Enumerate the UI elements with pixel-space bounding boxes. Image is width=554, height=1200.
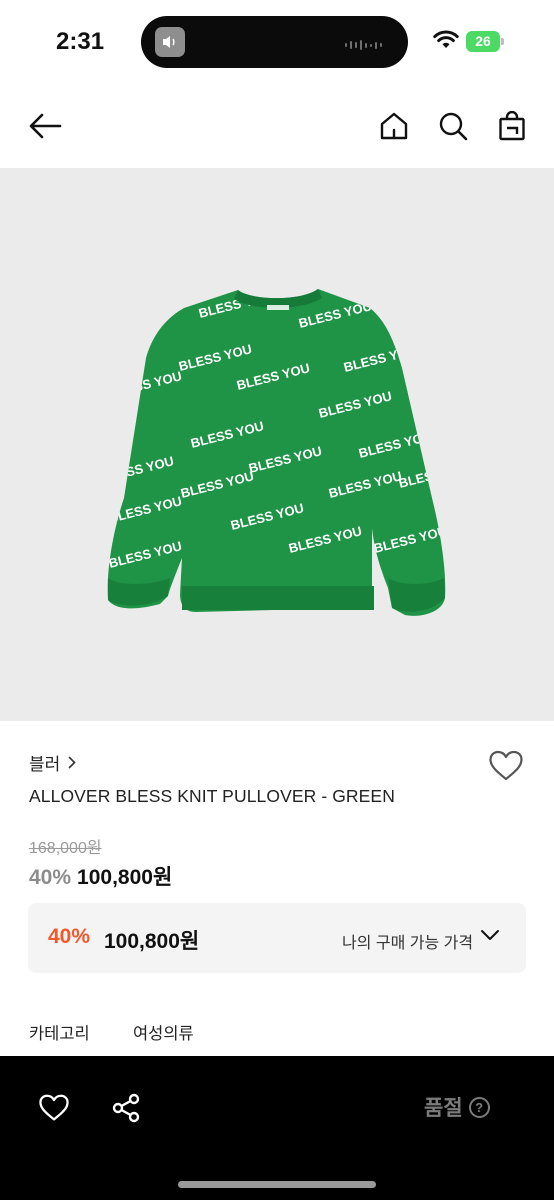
soldout-text: 품절 [424,1097,463,1120]
status-bar: 2:31 26 [0,0,554,84]
product-title: ALLOVER BLESS KNIT PULLOVER - GREEN [29,786,395,806]
top-nav-bar [0,92,554,160]
sale-price: 100,800원 [77,866,173,889]
share-button[interactable] [106,1088,146,1128]
search-button[interactable] [433,106,473,146]
original-price: 168,000원 [29,840,102,857]
wishlist-button[interactable] [486,746,526,786]
my-price-label: 나의 구매 가능 가격 [342,935,474,952]
wifi-icon [433,30,459,48]
dynamic-island [141,16,408,68]
chevron-right-icon [68,756,76,769]
my-price-dropdown[interactable]: 40% 100,800원 나의 구매 가능 가격 [28,903,526,973]
sweater-photo: BLESS YOU BLESS YOU BLESS YOU BLESS YOU … [107,289,446,616]
share-icon [112,1093,140,1123]
chevron-down-icon [481,930,499,940]
product-image[interactable]: BLESS YOU BLESS YOU BLESS YOU BLESS YOU … [0,168,554,721]
battery-indicator: 26 [466,31,504,52]
audio-wave-icon [345,40,382,50]
cart-button[interactable] [492,106,532,146]
bottom-wishlist-button[interactable] [34,1088,74,1128]
bottom-action-bar: 품절 ? [0,1056,554,1200]
my-price-value: 100,800원 [104,930,200,953]
home-indicator [178,1181,376,1188]
arrow-left-icon [29,113,62,139]
search-icon [439,112,468,141]
heart-icon [39,1094,69,1121]
category-value[interactable]: 여성의류 [133,1020,194,1044]
shopping-bag-icon [499,111,525,141]
home-icon [380,112,408,140]
speaker-icon [155,27,185,57]
status-time: 2:31 [56,28,105,55]
brand-link[interactable]: 블러 [29,750,76,775]
soldout-status: 품절 ? [424,1092,490,1122]
help-icon[interactable]: ? [468,1096,490,1118]
category-label: 카테고리 [29,1025,90,1043]
discount-rate: 40% [29,866,72,889]
my-price-discount: 40% [48,925,91,948]
heart-icon [489,750,523,781]
category-row: 카테고리 여성의류 [29,1020,194,1044]
brand-name: 블러 [29,755,61,774]
back-button[interactable] [25,106,65,146]
home-button[interactable] [374,106,414,146]
price-row: 40% 100,800원 [29,861,172,891]
battery-level: 26 [475,33,491,49]
